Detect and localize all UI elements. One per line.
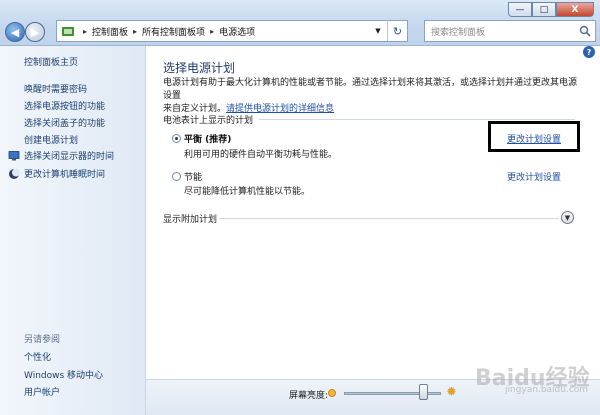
breadcrumb-all-items[interactable]: 所有控制面板项 xyxy=(142,25,205,38)
forward-arrow-icon: ▶ xyxy=(30,25,40,39)
see-also-heading: 另请参阅 xyxy=(24,335,61,345)
sidebar-item-display-off[interactable]: 选择关闭显示器的时间 xyxy=(8,149,114,162)
title-bar: — □ X ◀ ▶ ▸ 控制面板 ▸ 所有控制面板项 ▸ 电源选项 ▼ ↻ 搜索… xyxy=(0,0,600,46)
breadcrumb-chevron-icon: ▸ xyxy=(83,26,88,36)
section-divider xyxy=(259,119,575,120)
brightness-label: 屏幕亮度: xyxy=(289,391,329,401)
dim-sun-icon xyxy=(328,389,336,397)
help-icon[interactable]: ? xyxy=(583,46,595,58)
brightness-slider-thumb[interactable] xyxy=(418,384,428,400)
search-input[interactable]: 搜索控制面板 xyxy=(424,20,596,42)
refresh-icon[interactable]: ↻ xyxy=(387,21,407,41)
breadcrumb-chevron-icon: ▸ xyxy=(210,26,215,36)
search-icon[interactable] xyxy=(579,25,591,37)
sidebar-item-label: 更改计算机睡眠时间 xyxy=(24,170,106,180)
page-description: 电源计划有助于最大化计算机的性能或者节能。通过选择计划来将其激活，或选择计划并通… xyxy=(163,77,583,116)
back-arrow-icon: ◀ xyxy=(10,25,20,39)
plan-balanced-name[interactable]: 平衡 (推荐) xyxy=(184,132,231,145)
breadcrumb-chevron-icon: ▸ xyxy=(133,26,138,36)
watermark-sub: jingyan.baidu.com xyxy=(505,385,589,395)
breadcrumb-control-panel[interactable]: 控制面板 xyxy=(92,25,128,38)
sidebar-item-power-button[interactable]: 选择电源按钮的功能 xyxy=(24,99,105,112)
sidebar-item-lid-close[interactable]: 选择关闭盖子的功能 xyxy=(24,116,105,129)
maximize-button[interactable]: □ xyxy=(532,2,556,17)
sidebar-item-sleep-time[interactable]: 更改计算机睡眠时间 xyxy=(8,167,105,180)
additional-plans-label[interactable]: 显示附加计划 xyxy=(163,212,217,225)
moon-icon xyxy=(8,168,20,180)
expand-chevron-icon[interactable]: ▼ xyxy=(561,211,574,224)
plan-power-saver-description: 尽可能降低计算机性能以节能。 xyxy=(184,187,311,197)
forward-button[interactable]: ▶ xyxy=(25,22,45,42)
sidebar-item-user-accounts[interactable]: 用户帐户 xyxy=(24,385,60,398)
breadcrumb-power-options[interactable]: 电源选项 xyxy=(219,25,255,38)
plan-power-saver-name[interactable]: 节能 xyxy=(184,170,202,183)
plan-power-saver-settings-link[interactable]: 更改计划设置 xyxy=(507,170,561,183)
page-title: 选择电源计划 xyxy=(163,61,236,75)
plan-power-saver-radio[interactable] xyxy=(172,172,181,181)
left-navigation-pane: 控制面板主页 唤醒时需要密码 选择电源按钮的功能 选择关闭盖子的功能 创建电源计… xyxy=(0,46,146,415)
back-button[interactable]: ◀ xyxy=(5,22,25,42)
section-header: 电池表计上显示的计划 xyxy=(163,116,254,126)
minimize-button[interactable]: — xyxy=(508,2,532,17)
plan-balanced-description: 利用可用的硬件自动平衡功耗与性能。 xyxy=(184,150,338,160)
search-placeholder: 搜索控制面板 xyxy=(431,27,486,38)
sidebar-item-create-plan[interactable]: 创建电源计划 xyxy=(24,133,78,146)
sidebar-item-wake-password[interactable]: 唤醒时需要密码 xyxy=(24,82,87,95)
close-button[interactable]: X xyxy=(556,2,594,17)
description-line: 电源计划有助于最大化计算机的性能或者节能。通过选择计划来将其激活，或选择计划并通… xyxy=(163,78,578,101)
sidebar-item-mobility-center[interactable]: Windows 移动中心 xyxy=(24,368,103,381)
bright-sun-icon: ✹ xyxy=(446,385,457,400)
sidebar-home-link[interactable]: 控制面板主页 xyxy=(24,55,78,68)
additional-plans-divider xyxy=(219,218,559,219)
window-controls: — □ X xyxy=(508,2,594,18)
sidebar-item-label: 选择关闭显示器的时间 xyxy=(24,152,115,162)
monitor-icon xyxy=(8,150,20,162)
address-bar[interactable]: ▸ 控制面板 ▸ 所有控制面板项 ▸ 电源选项 ▼ ↻ xyxy=(56,20,408,42)
highlight-box xyxy=(488,121,580,152)
plan-balanced-radio[interactable] xyxy=(172,134,181,143)
address-dropdown-icon[interactable]: ▼ xyxy=(371,21,385,41)
control-panel-icon xyxy=(60,23,76,39)
sidebar-item-personalization[interactable]: 个性化 xyxy=(24,350,51,363)
